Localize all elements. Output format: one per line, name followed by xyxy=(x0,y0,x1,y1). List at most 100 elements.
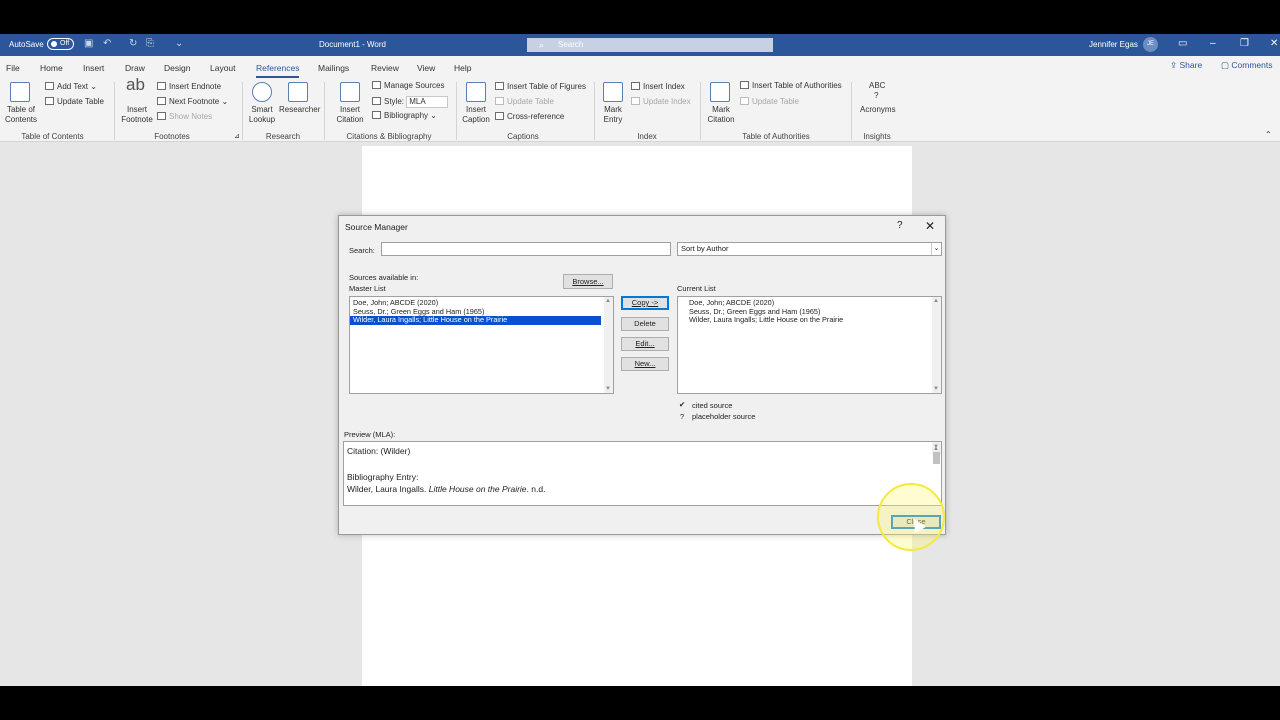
tab-insert[interactable]: Insert xyxy=(83,63,104,73)
update-toa-button[interactable]: Update Table xyxy=(740,97,799,107)
tab-layout[interactable]: Layout xyxy=(210,63,236,73)
tab-mailings[interactable]: Mailings xyxy=(318,63,349,73)
ribbon-display-icon[interactable]: ▭ xyxy=(1178,38,1187,49)
ribbon-references: Table of Contents Add Text ⌄ Update Tabl… xyxy=(0,75,1280,142)
tab-file[interactable]: File xyxy=(6,63,20,73)
insert-caption-button[interactable]: Insert Caption xyxy=(461,105,491,125)
dialog-title: Source Manager xyxy=(345,222,408,232)
group-index: Index xyxy=(637,132,657,141)
insert-caption-icon xyxy=(466,82,486,102)
source-manager-dialog: Source Manager ? ✕ Search: Sort by Autho… xyxy=(338,215,946,551)
current-list-scrollbar[interactable]: ▲ ▼ xyxy=(932,297,941,393)
mark-citation-button[interactable]: Mark Citation xyxy=(705,105,737,125)
master-list-scrollbar[interactable]: ▲ ▼ xyxy=(604,297,613,393)
insert-index-icon xyxy=(631,82,640,90)
window-close-icon[interactable]: ✕ xyxy=(1270,38,1278,49)
preview-scrollbar[interactable]: ▲ ▼ xyxy=(932,442,941,464)
cross-reference-label: Cross-reference xyxy=(507,112,565,121)
preview-box[interactable]: Citation: (Wilder) Bibliography Entry: W… xyxy=(343,441,942,506)
list-item-selected[interactable]: Wilder, Laura Ingalls; Little House on t… xyxy=(350,315,601,325)
master-list[interactable]: Doe, John; ABCDE (2020) Seuss, Dr.; Gree… xyxy=(349,296,614,394)
footnotes-dialog-launcher-icon[interactable]: ⊿ xyxy=(234,132,240,142)
bibliography-icon xyxy=(372,111,381,119)
style-dropdown[interactable]: MLA xyxy=(406,96,449,108)
close-icon[interactable]: ✕ xyxy=(925,219,935,233)
add-text-button[interactable]: Add Text ⌄ xyxy=(45,82,97,92)
tab-design[interactable]: Design xyxy=(164,63,190,73)
style-selector[interactable]: Style: MLA xyxy=(372,96,449,108)
insert-citation-button[interactable]: Insert Citation xyxy=(331,105,369,125)
master-list-label: Master List xyxy=(349,284,386,293)
show-notes-button[interactable]: Show Notes xyxy=(157,112,212,122)
insert-table-of-figures-button[interactable]: Insert Table of Figures xyxy=(495,82,586,92)
scroll-thumb[interactable] xyxy=(933,452,940,464)
preview-label: Preview (MLA): xyxy=(344,430,396,439)
new-button[interactable]: New... xyxy=(621,357,669,371)
comments-button[interactable]: ▢ Comments xyxy=(1221,60,1273,71)
style-icon xyxy=(372,97,381,105)
next-footnote-label: Next Footnote xyxy=(169,97,220,106)
ribbon-separator xyxy=(594,82,595,140)
copy-button[interactable]: Copy -> xyxy=(621,296,669,310)
update-toa-icon xyxy=(740,97,749,105)
group-table-of-authorities: Table of Authorities xyxy=(742,132,810,141)
tab-view[interactable]: View xyxy=(417,63,435,73)
format-painter-icon[interactable]: ⎘ xyxy=(146,38,154,49)
save-icon[interactable]: ▣ xyxy=(84,38,93,49)
preview-citation: Citation: (Wilder) xyxy=(347,446,411,456)
insert-endnote-button[interactable]: Insert Endnote xyxy=(157,82,221,92)
update-index-button[interactable]: Update Index xyxy=(631,97,691,107)
insert-footnote-icon: ab xyxy=(126,75,145,94)
group-footnotes: Footnotes xyxy=(154,132,190,141)
update-index-label: Update Index xyxy=(643,97,691,106)
placeholder-source-label: placeholder source xyxy=(692,412,756,421)
add-text-icon xyxy=(45,82,54,90)
delete-button[interactable]: Delete xyxy=(621,317,669,331)
researcher-button[interactable]: Researcher xyxy=(279,105,320,115)
maximize-icon[interactable]: ❐ xyxy=(1240,38,1249,49)
update-table-button[interactable]: Update Table xyxy=(45,97,104,107)
insert-index-button[interactable]: Insert Index xyxy=(631,82,685,92)
insert-toa-button[interactable]: Insert Table of Authorities xyxy=(740,81,842,91)
sort-value: Sort by Author xyxy=(681,244,729,253)
current-list-label: Current List xyxy=(677,284,716,293)
current-list[interactable]: Doe, John; ABCDE (2020) Seuss, Dr.; Gree… xyxy=(677,296,942,394)
ribbon-separator xyxy=(114,82,115,140)
insert-footnote-button[interactable]: Insert Footnote xyxy=(118,105,156,125)
table-of-contents-button[interactable]: Table of Contents xyxy=(4,105,38,125)
edit-button[interactable]: Edit... xyxy=(621,337,669,351)
check-icon: ✔ xyxy=(679,400,686,409)
cross-reference-button[interactable]: Cross-reference xyxy=(495,112,564,122)
undo-icon[interactable]: ↶ xyxy=(103,38,111,49)
minimize-icon[interactable]: – xyxy=(1210,38,1216,49)
user-name[interactable]: Jennifer Egas xyxy=(1089,40,1138,49)
tab-help[interactable]: Help xyxy=(454,63,471,73)
tab-references[interactable]: References xyxy=(256,63,300,78)
autosave-toggle[interactable]: Off xyxy=(47,38,74,50)
researcher-icon xyxy=(288,82,308,102)
customize-qat-icon[interactable]: ⌄ xyxy=(175,38,183,49)
click-highlight xyxy=(877,483,945,551)
help-icon[interactable]: ? xyxy=(897,220,903,231)
sort-dropdown[interactable]: Sort by Author ⌄ xyxy=(677,242,942,256)
acronyms-button[interactable]: Acronyms xyxy=(860,105,896,115)
show-notes-label: Show Notes xyxy=(169,112,213,121)
list-item[interactable]: Wilder, Laura Ingalls; Little House on t… xyxy=(686,315,941,325)
avatar[interactable]: JE xyxy=(1143,37,1158,52)
smart-lookup-button[interactable]: Smart Lookup xyxy=(246,105,278,125)
tab-home[interactable]: Home xyxy=(40,63,63,73)
update-figures-table-button[interactable]: Update Table xyxy=(495,97,554,107)
bibliography-label: Bibliography xyxy=(384,111,429,120)
source-search-input[interactable] xyxy=(381,242,671,256)
browse-button[interactable]: Browse... xyxy=(563,274,613,289)
collapse-ribbon-icon[interactable]: ⌃ xyxy=(1265,130,1272,140)
tab-draw[interactable]: Draw xyxy=(125,63,145,73)
bibliography-button[interactable]: Bibliography ⌄ xyxy=(372,111,437,121)
mark-entry-button[interactable]: Mark Entry xyxy=(600,105,626,125)
search-box[interactable]: ⌕ Search xyxy=(527,38,773,52)
next-footnote-button[interactable]: Next Footnote ⌄ xyxy=(157,97,228,107)
share-button[interactable]: ⇪ Share xyxy=(1170,60,1202,71)
redo-icon[interactable]: ↻ xyxy=(129,38,137,49)
tab-review[interactable]: Review xyxy=(371,63,399,73)
manage-sources-button[interactable]: Manage Sources xyxy=(372,81,444,91)
